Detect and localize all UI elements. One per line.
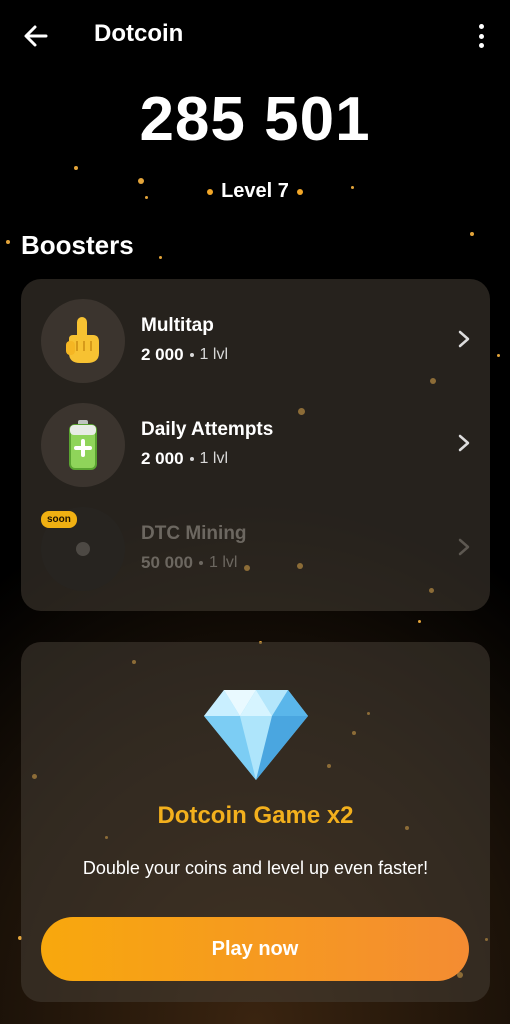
booster-name: Multitap [141, 315, 214, 336]
booster-level: 1 lvl [199, 450, 228, 467]
level-dot-left [207, 188, 214, 195]
play-now-button[interactable]: Play now [41, 917, 469, 981]
promo-title: Dotcoin Game x2 [157, 802, 354, 829]
top-app-bar: Dotcoin [0, 0, 510, 72]
booster-level: 1 lvl [199, 346, 228, 363]
booster-level: 1 lvl [209, 554, 238, 571]
booster-name: DTC Mining [141, 523, 247, 544]
battery-icon [69, 420, 97, 470]
sparkle-dot [470, 232, 474, 236]
level-indicator: Level 7 [0, 180, 510, 203]
sparkle-dot [418, 620, 421, 623]
booster-icon-container [41, 299, 125, 383]
level-dot-right [296, 188, 303, 195]
separator-dot [189, 353, 194, 357]
sparkle-dot [159, 256, 162, 259]
booster-dtc-mining[interactable]: DTC Mining 50 000 1 lvl [21, 487, 490, 591]
chevron-right-icon [458, 538, 470, 556]
booster-cost: 50 000 [141, 553, 193, 572]
boosters-heading: Boosters [21, 230, 134, 260]
mining-disc-icon [76, 542, 90, 556]
more-vertical-icon-dot [478, 43, 484, 48]
pointing-finger-icon [66, 317, 99, 363]
more-vertical-icon-dot [478, 33, 484, 39]
diamond-icon [204, 690, 308, 780]
promo-description: Double your coins and level up even fast… [82, 858, 429, 878]
booster-meta: 2 000 1 lvl [141, 449, 228, 469]
booster-name: Daily Attempts [141, 419, 274, 440]
booster-daily-attempts[interactable]: Daily Attempts 2 000 1 lvl [21, 383, 490, 487]
booster-cost: 2 000 [141, 449, 184, 468]
booster-meta: 50 000 1 lvl [141, 553, 237, 573]
booster-icon-container [41, 403, 125, 487]
more-vertical-icon [478, 24, 484, 29]
separator-dot [189, 457, 194, 461]
sparkle-dot [497, 354, 500, 357]
more-options-button[interactable] [474, 22, 488, 50]
game-promo-card: Dotcoin Game x2 Double your coins and le… [21, 642, 490, 1002]
soon-badge: soon [41, 511, 77, 528]
sparkle-dot [6, 240, 10, 244]
coin-balance: 285 501 [139, 85, 371, 154]
booster-cost: 2 000 [141, 345, 184, 364]
arrow-left-icon [24, 25, 48, 47]
app-title: Dotcoin [94, 20, 184, 47]
chevron-right-icon [458, 434, 470, 452]
back-button[interactable] [22, 22, 50, 50]
level-label: Level 7 [221, 180, 289, 202]
chevron-right-icon [458, 330, 470, 348]
sparkle-dot [74, 166, 78, 170]
separator-dot [199, 561, 203, 565]
booster-meta: 2 000 1 lvl [141, 345, 228, 365]
booster-multitap[interactable]: Multitap 2 000 1 lvl [21, 279, 490, 383]
boosters-list: Multitap 2 000 1 lvl Daily Attempts 2 00… [21, 279, 490, 611]
